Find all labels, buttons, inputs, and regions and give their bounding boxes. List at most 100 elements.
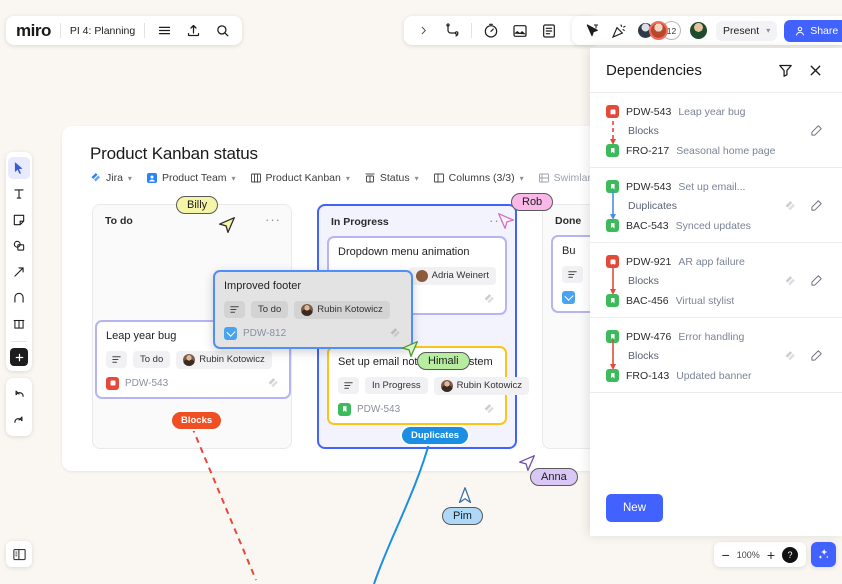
board-name[interactable]: PI 4: Planning	[70, 25, 135, 37]
cursor-label: Pim	[442, 507, 483, 525]
present-button[interactable]: Present ▾	[716, 20, 778, 41]
undo-redo-rail	[6, 378, 32, 436]
timer-icon[interactable]	[481, 21, 501, 41]
description-icon	[224, 301, 245, 319]
collaborator-avatars[interactable]: 12	[636, 21, 681, 40]
toolbar-product-kanban[interactable]: Product Kanban ▾	[250, 172, 350, 184]
card-assignee-chip[interactable]: Rubin Kotowicz	[433, 376, 530, 395]
jira-icon	[91, 173, 100, 182]
card-status-chip[interactable]: In Progress	[365, 377, 428, 395]
edit-dependency-icon[interactable]	[806, 271, 826, 291]
chevron-down-icon: ▾	[127, 173, 132, 183]
connector-label-blocks[interactable]: Blocks	[170, 410, 224, 431]
ai-assistant-button[interactable]	[811, 542, 836, 567]
dependency-item[interactable]: PDW-921 AR app failure Blocks BAC-456 Virtua…	[590, 243, 842, 318]
miro-logo[interactable]: miro	[16, 21, 51, 41]
dependency-item[interactable]: PDW-543 Set up email... Duplicates BAC-543 S…	[590, 168, 842, 243]
redo-button[interactable]	[8, 409, 30, 431]
dependency-source-row[interactable]: PDW-543 Leap year bug	[606, 105, 826, 118]
help-button[interactable]: ?	[782, 546, 798, 563]
toolbar-product-team-label: Product Team	[161, 172, 227, 184]
tool-sticky-note[interactable]	[8, 209, 30, 231]
kanban-column-done-title: Done	[555, 215, 582, 227]
redo-icon	[14, 416, 23, 423]
zoom-out-button[interactable]: −	[722, 548, 730, 562]
dependency-target-row[interactable]: BAC-543 Synced updates	[606, 219, 826, 232]
cursor-icon	[14, 162, 23, 174]
new-dependency-button[interactable]: New	[606, 494, 664, 522]
card-improved-footer-dragging[interactable]: Improved footer To do Rubin Kotowicz PDW…	[213, 270, 413, 349]
chevron-down-icon: ▾	[345, 173, 350, 183]
share-button[interactable]: Share	[784, 19, 842, 42]
tool-arrow[interactable]	[8, 261, 30, 283]
dependency-target-row[interactable]: FRO-217 Seasonal home page	[606, 144, 826, 157]
toolbar-columns[interactable]: Columns (3/3) ▾	[433, 172, 524, 184]
present-label: Present	[723, 24, 760, 37]
dependencies-list[interactable]: PDW-543 Leap year bug Blocks FRO-217 Seasona…	[590, 93, 842, 480]
dependency-arrow-icon	[610, 189, 616, 220]
collaboration-toolbar: 12 Present ▾ Share	[572, 16, 842, 45]
tool-pen[interactable]	[8, 287, 30, 309]
cursor-pointer-icon	[219, 217, 235, 233]
cursor-label: Himali	[417, 352, 470, 370]
search-icon[interactable]	[212, 21, 232, 41]
notes-icon[interactable]	[539, 21, 559, 41]
dependency-source-row[interactable]: PDW-921 AR app failure	[606, 255, 826, 268]
sparkle-icon	[818, 548, 829, 559]
dependency-item[interactable]: PDW-543 Leap year bug Blocks FRO-217 Seasona…	[590, 93, 842, 168]
card-assignee-chip[interactable]: Rubin Kotowicz	[294, 300, 390, 319]
tool-frame[interactable]	[8, 313, 30, 335]
panel-toggle-icon	[12, 548, 26, 560]
text-icon	[14, 189, 24, 199]
edit-dependency-icon[interactable]	[806, 121, 826, 141]
toolbar-product-team[interactable]: Product Team ▾	[146, 172, 236, 184]
card-assignee-name: Rubin Kotowicz	[317, 304, 383, 316]
current-user-avatar[interactable]	[688, 20, 709, 41]
card-status-chip[interactable]: To do	[133, 351, 171, 369]
edit-dependency-icon[interactable]	[806, 346, 826, 366]
card-assignee-chip[interactable]: Adria Weinert	[408, 266, 496, 285]
card-meta: In Progress Rubin Kotowicz	[338, 376, 530, 395]
dependency-item[interactable]: PDW-476 Error handling Blocks FRO-143 Update…	[590, 318, 842, 393]
description-icon	[562, 265, 583, 283]
jira-issue-type-icon	[606, 294, 619, 307]
tool-select[interactable]	[8, 157, 30, 179]
frame-image-icon[interactable]	[510, 21, 530, 41]
jira-task-icon	[562, 290, 575, 304]
card-footer: PDW-543	[106, 376, 280, 390]
dependencies-icon[interactable]	[442, 21, 462, 41]
expand-right-icon[interactable]	[413, 21, 433, 41]
column-menu-icon[interactable]: ···	[265, 212, 281, 227]
cursor-share-icon[interactable]	[582, 21, 602, 41]
tool-more-apps[interactable]	[10, 348, 28, 366]
dependency-source-row[interactable]: PDW-476 Error handling	[606, 330, 826, 343]
toolbar-status[interactable]: Status ▾	[364, 172, 419, 184]
toggle-panel-button[interactable]	[6, 541, 32, 567]
upload-icon[interactable]	[183, 21, 203, 41]
cursor-pointer-icon	[402, 341, 418, 357]
menu-icon[interactable]	[154, 21, 174, 41]
zoom-in-button[interactable]: +	[767, 548, 775, 562]
card-assignee-name: Adria Weinert	[431, 270, 489, 282]
connector-label-duplicates[interactable]: Duplicates	[400, 425, 471, 446]
jira-mark-icon	[268, 377, 278, 388]
edit-dependency-icon[interactable]	[806, 196, 826, 216]
arrow-icon	[14, 267, 24, 277]
dependency-target-row[interactable]: BAC-456 Virtual stylist	[606, 294, 826, 307]
close-icon[interactable]	[804, 59, 826, 81]
cursor-label: Rob	[511, 193, 554, 211]
toolbar-jira[interactable]: Jira ▾	[90, 172, 132, 184]
card-jira-key: PDW-812	[243, 327, 287, 339]
reactions-icon[interactable]	[609, 21, 629, 41]
card-assignee-chip[interactable]: Rubin Kotowicz	[176, 350, 272, 369]
card-status-chip[interactable]: To do	[251, 301, 289, 319]
cursor-pointer-icon	[519, 455, 535, 471]
avatar[interactable]	[649, 21, 668, 40]
dependency-source-summary: AR app failure	[678, 255, 745, 268]
undo-button[interactable]	[8, 383, 30, 405]
tool-text[interactable]	[8, 183, 30, 205]
tool-shapes[interactable]	[8, 235, 30, 257]
filter-icon[interactable]	[774, 59, 796, 81]
dependency-target-row[interactable]: FRO-143 Updated banner	[606, 369, 826, 382]
dependency-source-row[interactable]: PDW-543 Set up email...	[606, 180, 826, 193]
